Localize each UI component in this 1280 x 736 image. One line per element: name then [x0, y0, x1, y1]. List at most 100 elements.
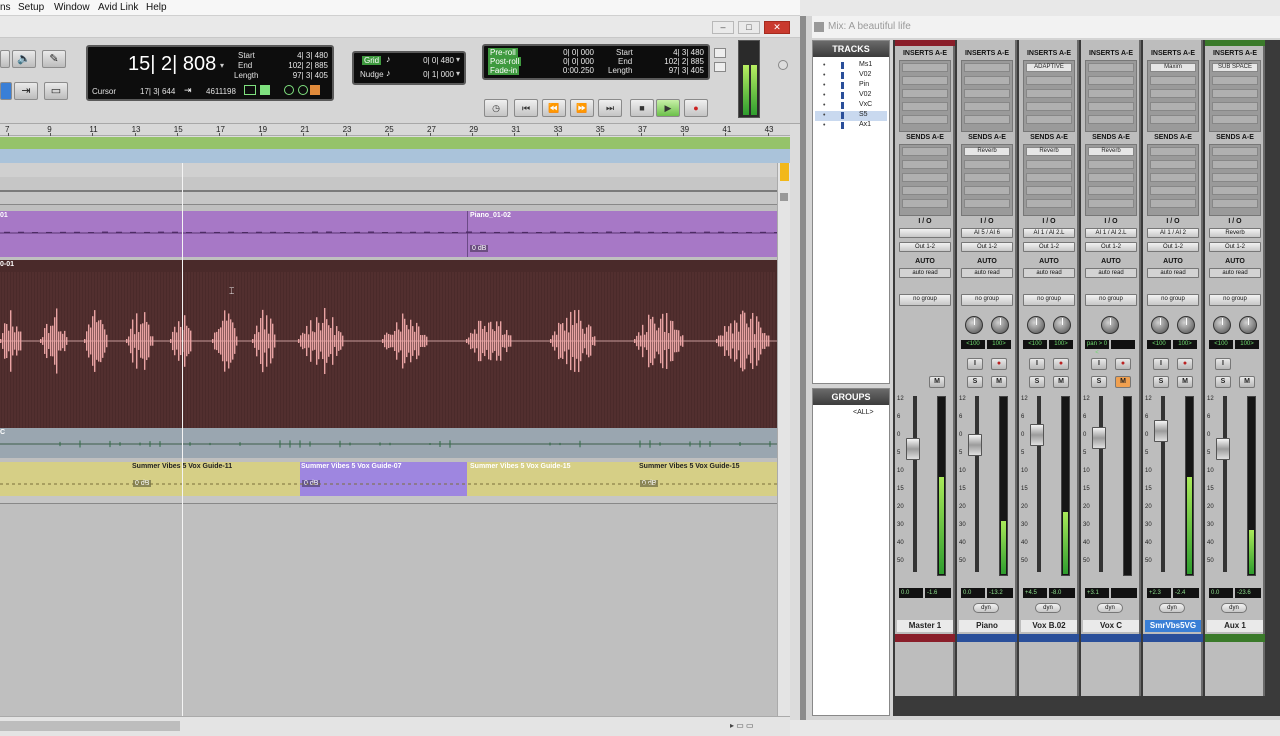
track-visible-icon[interactable]: •: [823, 62, 825, 69]
track-list-item[interactable]: • V02: [815, 91, 887, 101]
solo-button[interactable]: S: [1215, 376, 1231, 388]
nudge-label[interactable]: Nudge: [360, 70, 384, 79]
record-mode-icon[interactable]: [310, 85, 320, 95]
chevron-down-icon[interactable]: ▾: [456, 55, 460, 64]
track-list-item[interactable]: • Ms1: [815, 61, 887, 71]
menu-avid-link[interactable]: Avid Link: [98, 2, 138, 13]
insert-slot[interactable]: [902, 76, 948, 85]
output-selector[interactable]: Out 1-2: [1209, 242, 1261, 252]
main-counter-value[interactable]: 15| 2| 808: [128, 53, 216, 76]
send-slot[interactable]: [1026, 186, 1072, 195]
send-slot[interactable]: [902, 147, 948, 156]
input-selector[interactable]: AI 1 / AI 2.L: [1085, 228, 1137, 238]
fadein-value[interactable]: 0:00.250: [542, 66, 594, 75]
group-selector[interactable]: no group: [899, 294, 951, 306]
send-slot[interactable]: [1026, 173, 1072, 182]
record-enable-button[interactable]: ●: [1115, 358, 1131, 370]
output-selector[interactable]: Out 1-2: [1023, 242, 1075, 252]
send-slot[interactable]: [1150, 186, 1196, 195]
pan-knob-left[interactable]: [1151, 316, 1169, 334]
send-slot[interactable]: [1150, 173, 1196, 182]
pan-knob-left[interactable]: [965, 316, 983, 334]
insert-slot[interactable]: [1212, 115, 1258, 124]
output-selector[interactable]: Out 1-2: [1147, 242, 1199, 252]
zoom-buttons[interactable]: ▸ ▭ ▭: [730, 721, 754, 730]
automation-mode-selector[interactable]: auto read: [899, 268, 951, 278]
fadein-label[interactable]: Fade-in: [488, 66, 520, 75]
insert-slot[interactable]: [1026, 76, 1072, 85]
input-selector[interactable]: Reverb: [1209, 228, 1261, 238]
input-monitor-button[interactable]: I: [1029, 358, 1045, 370]
input-selector[interactable]: AI 1 / AI 2: [1147, 228, 1199, 238]
track-list-item[interactable]: • S5: [815, 111, 887, 121]
insert-slot[interactable]: [902, 102, 948, 111]
nudge-value[interactable]: 0| 1| 000: [410, 70, 454, 79]
send-slot[interactable]: [902, 199, 948, 208]
insert-slot[interactable]: [1150, 89, 1196, 98]
automation-mode-selector[interactable]: auto read: [1147, 268, 1199, 278]
tracks-header[interactable]: TRACKS: [813, 41, 889, 57]
window-config-icon[interactable]: [714, 48, 726, 58]
insert-slot[interactable]: [964, 63, 1010, 72]
go-to-end-icon[interactable]: ⏭: [598, 99, 622, 117]
insert-slot[interactable]: [1150, 76, 1196, 85]
insert-slot[interactable]: [964, 115, 1010, 124]
send-slot[interactable]: [964, 186, 1010, 195]
mute-button[interactable]: M: [929, 376, 945, 388]
insert-slot[interactable]: [1088, 115, 1134, 124]
solo-button[interactable]: S: [1153, 376, 1169, 388]
toolbar-menu-icon[interactable]: [778, 60, 788, 70]
return-to-zero-icon[interactable]: ⏮: [514, 99, 538, 117]
send-slot[interactable]: [964, 199, 1010, 208]
track-name[interactable]: Piano: [959, 620, 1015, 632]
send-slot[interactable]: [902, 186, 948, 195]
send-slot[interactable]: [1088, 186, 1134, 195]
send-slot[interactable]: [1212, 160, 1258, 169]
maximize-button[interactable]: □: [738, 21, 760, 34]
pan-knob-right[interactable]: [991, 316, 1009, 334]
send-slot[interactable]: [1212, 186, 1258, 195]
hscroll-thumb[interactable]: [0, 721, 180, 731]
marker-lane[interactable]: [0, 137, 790, 149]
volume-fader[interactable]: [906, 438, 920, 460]
playhead[interactable]: [182, 163, 183, 716]
insert-slot[interactable]: [1026, 102, 1072, 111]
output-selector[interactable]: Out 1-2: [899, 242, 951, 252]
postroll-label[interactable]: Post-roll: [488, 57, 522, 66]
track-visible-icon[interactable]: •: [823, 92, 825, 99]
send-slot[interactable]: [1150, 160, 1196, 169]
vertical-scrollbar[interactable]: [777, 163, 790, 716]
volume-fader[interactable]: [1154, 420, 1168, 442]
output-selector[interactable]: Out 1-2: [1085, 242, 1137, 252]
insert-slot[interactable]: [902, 89, 948, 98]
pan-knob-right[interactable]: [1239, 316, 1257, 334]
mode-blue-button[interactable]: [0, 82, 12, 100]
insert-slot[interactable]: ADAPTIVE: [1026, 63, 1072, 72]
send-slot[interactable]: [1088, 160, 1134, 169]
track-visible-icon[interactable]: •: [823, 82, 825, 89]
automation-mode-selector[interactable]: auto read: [1085, 268, 1137, 278]
track-name[interactable]: Vox B.02: [1021, 620, 1077, 632]
insert-slot[interactable]: [1088, 102, 1134, 111]
input-monitor-button[interactable]: I: [1215, 358, 1231, 370]
send-slot[interactable]: [1088, 199, 1134, 208]
track-list-item[interactable]: • Ax1: [815, 121, 887, 131]
dyn-button[interactable]: dyn: [1159, 603, 1185, 613]
online-icon[interactable]: ◷: [484, 99, 508, 117]
send-slot[interactable]: [902, 160, 948, 169]
tempo-lane[interactable]: [0, 149, 790, 163]
send-slot[interactable]: [902, 173, 948, 182]
piano-track[interactable]: 01 Piano_01-02 0 dB: [0, 211, 777, 257]
grid-value[interactable]: 0| 0| 480: [410, 56, 454, 65]
tool-partial-button[interactable]: [0, 50, 10, 68]
track-list-item[interactable]: • VxC: [815, 101, 887, 111]
input-monitor-button[interactable]: I: [1091, 358, 1107, 370]
input-monitor-button[interactable]: I: [1153, 358, 1169, 370]
speaker-icon[interactable]: 🔈: [12, 50, 36, 68]
send-slot[interactable]: [1212, 173, 1258, 182]
insert-slot[interactable]: [902, 115, 948, 124]
dyn-button[interactable]: dyn: [973, 603, 999, 613]
zoom-preset-icon[interactable]: ▭: [44, 82, 68, 100]
track-name[interactable]: SmrVbs5VG: [1145, 620, 1201, 632]
send-slot[interactable]: Reverb: [964, 147, 1010, 156]
